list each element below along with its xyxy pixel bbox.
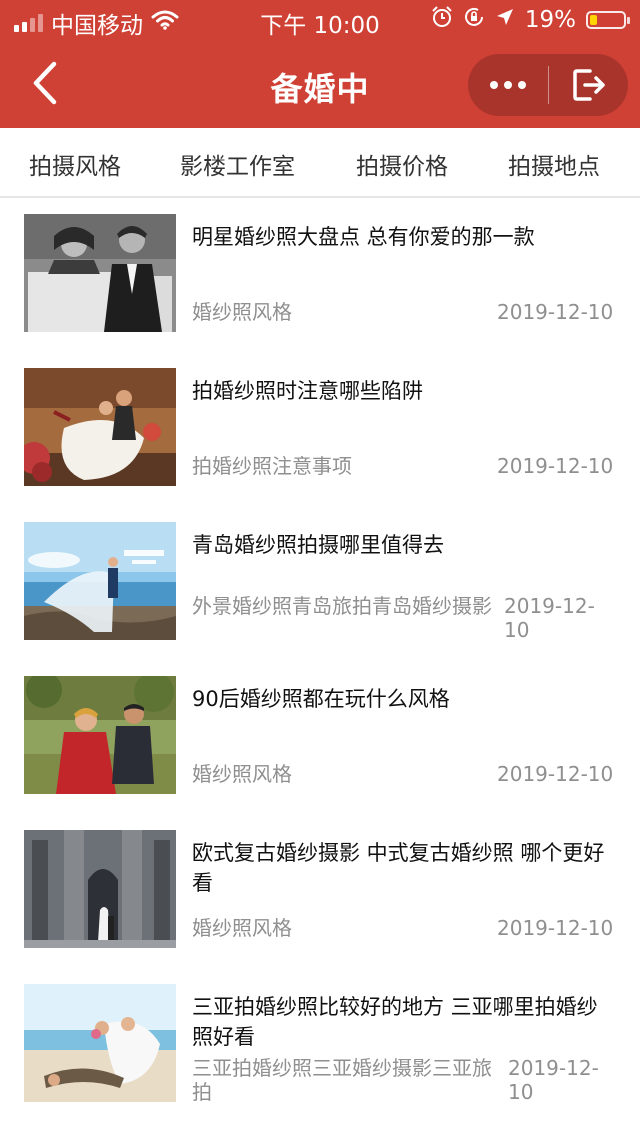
article-date: 2019-12-10	[508, 1056, 599, 1104]
alarm-icon	[431, 6, 453, 34]
article-thumbnail	[24, 522, 176, 640]
article-tag: 拍婚纱照注意事项	[192, 454, 352, 478]
article-tag: 婚纱照风格	[192, 300, 292, 324]
article-item[interactable]: 青岛婚纱照拍摄哪里值得去 外景婚纱照青岛旅拍青岛婚纱摄影 2019-12-10	[0, 506, 640, 660]
status-right: 19%	[431, 6, 630, 34]
article-date: 2019-12-10	[497, 762, 614, 786]
article-thumbnail	[24, 676, 176, 794]
article-tag: 婚纱照风格	[192, 916, 292, 940]
article-title: 90后婚纱照都在玩什么风格	[192, 687, 450, 711]
article-thumbnail	[24, 214, 176, 332]
article-title: 拍婚纱照时注意哪些陷阱	[192, 379, 423, 403]
article-thumbnail	[24, 368, 176, 486]
article-tag: 三亚拍婚纱照三亚婚纱摄影三亚旅拍	[192, 1056, 492, 1104]
article-title: 明星婚纱照大盘点 总有你爱的那一款	[192, 225, 535, 249]
orientation-lock-icon	[463, 6, 485, 34]
article-item[interactable]: 欧式复古婚纱摄影 中式复古婚纱照 哪个更好看 婚纱照风格 2019-12-10	[0, 814, 640, 968]
article-item[interactable]: 明星婚纱照大盘点 总有你爱的那一款 婚纱照风格 2019-12-10	[0, 198, 640, 352]
article-title: 三亚拍婚纱照比较好的地方 三亚哪里拍婚纱照好看	[192, 995, 598, 1049]
more-button[interactable]	[468, 54, 548, 116]
navigation-bar: 备婚中	[0, 40, 640, 128]
article-item[interactable]: 拍婚纱照时注意哪些陷阱 拍婚纱照注意事项 2019-12-10	[0, 352, 640, 506]
article-tag: 婚纱照风格	[192, 762, 292, 786]
battery-icon	[586, 11, 630, 29]
article-tag: 外景婚纱照青岛旅拍青岛婚纱摄影	[192, 594, 492, 618]
exit-button[interactable]	[549, 54, 628, 116]
tab-location[interactable]: 拍摄地点	[508, 147, 600, 181]
header: 中国移动 下午 10:00 19% 备婚中	[0, 0, 640, 128]
article-date: 2019-12-10	[497, 454, 614, 478]
article-date: 2019-12-10	[497, 916, 614, 940]
more-dots-icon	[490, 81, 498, 89]
tab-studio[interactable]: 影楼工作室	[180, 147, 295, 181]
article-thumbnail	[24, 830, 176, 948]
mini-program-capsule	[468, 54, 628, 116]
category-tabs: 拍摄风格 影楼工作室 拍摄价格 拍摄地点	[0, 128, 640, 198]
article-date: 2019-12-10	[497, 300, 614, 324]
article-item[interactable]: 90后婚纱照都在玩什么风格 婚纱照风格 2019-12-10	[0, 660, 640, 814]
tab-price[interactable]: 拍摄价格	[356, 147, 448, 181]
exit-icon	[572, 69, 605, 101]
location-arrow-icon	[495, 7, 515, 33]
status-bar: 中国移动 下午 10:00 19%	[0, 0, 640, 40]
article-item[interactable]: 三亚拍婚纱照比较好的地方 三亚哪里拍婚纱照好看 三亚拍婚纱照三亚婚纱摄影三亚旅拍…	[0, 968, 640, 1122]
article-thumbnail	[24, 984, 176, 1102]
article-date: 2019-12-10	[504, 594, 595, 642]
article-title: 青岛婚纱照拍摄哪里值得去	[192, 533, 444, 557]
battery-percent: 19%	[524, 7, 576, 33]
tab-shooting-style[interactable]: 拍摄风格	[29, 147, 121, 181]
article-title: 欧式复古婚纱摄影 中式复古婚纱照 哪个更好看	[192, 841, 605, 895]
